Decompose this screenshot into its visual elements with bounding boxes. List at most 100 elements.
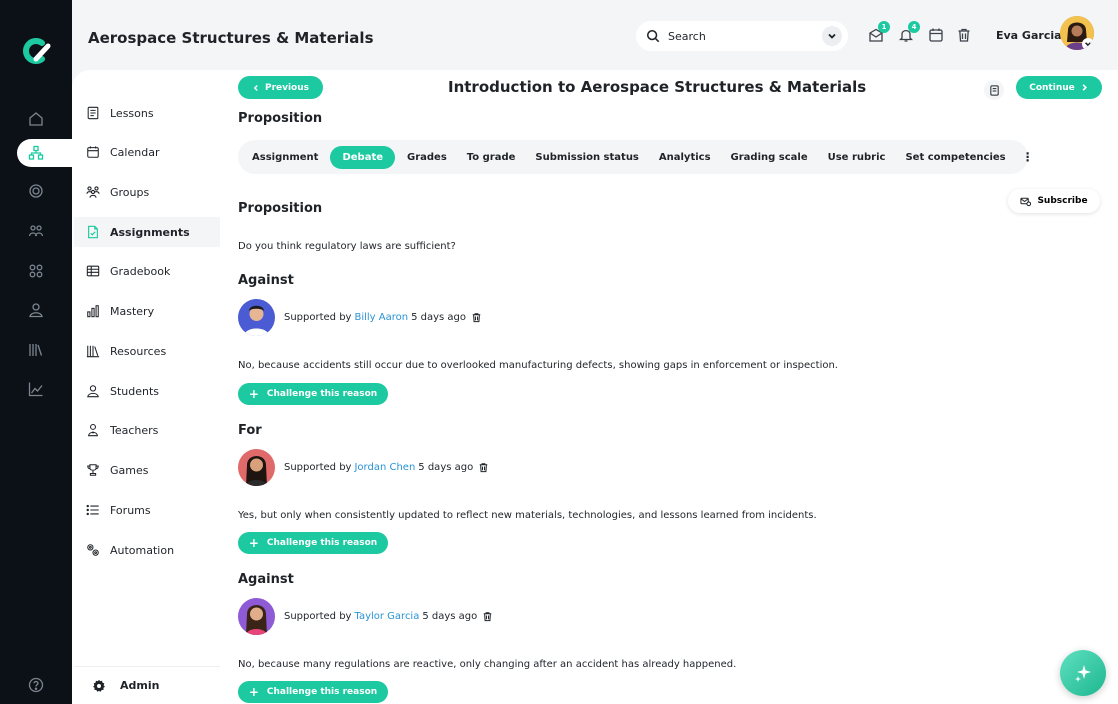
tab-set-competencies[interactable]: Set competencies [897, 146, 1013, 169]
ai-assistant-button[interactable] [1060, 650, 1106, 696]
search-input[interactable] [668, 29, 808, 43]
argument-meta: Supported by Taylor Garcia 5 days ago [284, 611, 493, 622]
tab-submission-status[interactable]: Submission status [527, 146, 646, 169]
mastery-icon [87, 305, 99, 318]
messages-badge: 1 [878, 21, 890, 33]
course-sidebar: Lessons Calendar Groups Assignments Grad… [72, 70, 220, 704]
argument-side: For [238, 423, 262, 438]
debate-question: Do you think regulatory laws are suffici… [238, 241, 456, 252]
lesson-notes-button[interactable] [984, 80, 1004, 100]
challenge-reason-button[interactable]: + Challenge this reason [238, 383, 388, 405]
sidebar-item-label: Teachers [110, 423, 159, 437]
course-title: Aerospace Structures & Materials [88, 29, 374, 47]
trash-icon [958, 28, 970, 42]
subscribe-icon [1020, 197, 1032, 206]
more-options-icon[interactable]: ⋮ [1022, 150, 1034, 164]
sidebar-item-label: Automation [110, 543, 175, 557]
argument-text: Yes, but only when consistently updated … [238, 510, 817, 521]
analytics-icon[interactable] [27, 380, 45, 398]
calendar-button[interactable] [928, 27, 944, 43]
avatar [238, 449, 275, 486]
proposition-heading: Proposition [238, 201, 323, 216]
sidebar-item-forums[interactable]: Forums [74, 495, 220, 525]
sidebar-item-games[interactable]: Games [74, 455, 220, 485]
gradebook-icon [86, 265, 100, 277]
user-menu-chevron[interactable] [1082, 38, 1094, 50]
tab-grades[interactable]: Grades [399, 146, 455, 169]
chevron-right-icon [1082, 84, 1087, 91]
sidebar-item-label: Mastery [110, 304, 155, 318]
previous-button[interactable]: Previous [238, 76, 323, 99]
user-avatar[interactable] [1060, 16, 1094, 50]
brand-logo-icon[interactable] [20, 34, 54, 68]
sidebar-item-groups[interactable]: Groups [74, 177, 220, 207]
sidebar-item-assignments[interactable]: Assignments [74, 217, 220, 247]
admin-button[interactable]: Admin [74, 666, 220, 704]
lesson-title: Introduction to Aerospace Structures & M… [448, 78, 867, 96]
lessons-icon [87, 106, 99, 120]
chevron-down-icon [1085, 42, 1091, 47]
argument-text: No, because many regulations are reactiv… [238, 659, 737, 670]
sidebar-item-gradebook[interactable]: Gradebook [74, 256, 220, 286]
trash-icon[interactable] [478, 462, 489, 473]
challenge-reason-button[interactable]: + Challenge this reason [238, 681, 388, 703]
sidebar-item-label: Games [110, 463, 149, 477]
user-icon[interactable] [27, 301, 45, 319]
argument-meta: Supported by Billy Aaron 5 days ago [284, 312, 482, 323]
sidebar-item-label: Gradebook [110, 264, 171, 278]
notifications-button[interactable]: 4 [898, 21, 920, 43]
library-icon[interactable] [27, 341, 45, 359]
automation-icon [87, 544, 99, 556]
trash-icon[interactable] [471, 312, 482, 323]
home-icon[interactable] [27, 110, 45, 128]
sidebar-item-students[interactable]: Students [74, 376, 220, 406]
tab-debate[interactable]: Debate [330, 145, 396, 169]
argument-side: Against [238, 273, 294, 288]
tab-to-grade[interactable]: To grade [459, 146, 524, 169]
sidebar-item-resources[interactable]: Resources [74, 336, 220, 366]
tab-use-rubric[interactable]: Use rubric [820, 146, 894, 169]
apps-icon[interactable] [27, 262, 45, 280]
sidebar-item-label: Forums [110, 503, 151, 517]
sidebar-item-label: Groups [110, 185, 150, 199]
user-name[interactable]: Eva Garcia [996, 29, 1062, 42]
author-link[interactable]: Taylor Garcia [354, 611, 419, 622]
messages-button[interactable]: 1 [868, 21, 890, 43]
admin-label: Admin [120, 679, 160, 692]
sidebar-item-label: Calendar [110, 145, 160, 159]
students-icon [87, 385, 99, 398]
tab-analytics[interactable]: Analytics [651, 146, 719, 169]
target-icon[interactable] [27, 182, 45, 200]
sidebar-item-label: Resources [110, 344, 167, 358]
assignments-icon [88, 225, 98, 239]
people-icon[interactable] [27, 222, 45, 240]
teachers-icon [88, 423, 98, 437]
sidebar-item-calendar[interactable]: Calendar [74, 137, 220, 167]
tab-assignment[interactable]: Assignment [244, 146, 326, 169]
help-icon[interactable] [27, 676, 45, 694]
chevron-down-icon [828, 33, 836, 39]
structure-icon[interactable] [17, 139, 72, 167]
sidebar-item-teachers[interactable]: Teachers [74, 415, 220, 445]
continue-button[interactable]: Continue [1016, 76, 1102, 99]
challenge-reason-button[interactable]: + Challenge this reason [238, 532, 388, 554]
calendar-icon [87, 146, 99, 158]
author-link[interactable]: Jordan Chen [354, 462, 415, 473]
trash-button[interactable] [956, 27, 972, 43]
search-box[interactable] [636, 21, 848, 51]
games-icon [87, 464, 99, 476]
notifications-badge: 4 [908, 21, 920, 33]
sidebar-panel: Lessons Calendar Groups Assignments Grad… [72, 70, 220, 704]
main-content: Previous Introduction to Aerospace Struc… [220, 70, 1118, 704]
subscribe-button[interactable]: Subscribe [1008, 189, 1100, 213]
author-link[interactable]: Billy Aaron [354, 312, 408, 323]
search-scope-dropdown[interactable] [822, 26, 842, 46]
sidebar-item-automation[interactable]: Automation [74, 535, 220, 565]
forums-icon [86, 504, 99, 516]
argument-side: Against [238, 572, 294, 587]
trash-icon[interactable] [482, 611, 493, 622]
sidebar-item-lessons[interactable]: Lessons [74, 98, 220, 128]
tab-grading-scale[interactable]: Grading scale [723, 146, 816, 169]
sidebar-item-label: Students [110, 384, 160, 398]
sidebar-item-mastery[interactable]: Mastery [74, 296, 220, 326]
